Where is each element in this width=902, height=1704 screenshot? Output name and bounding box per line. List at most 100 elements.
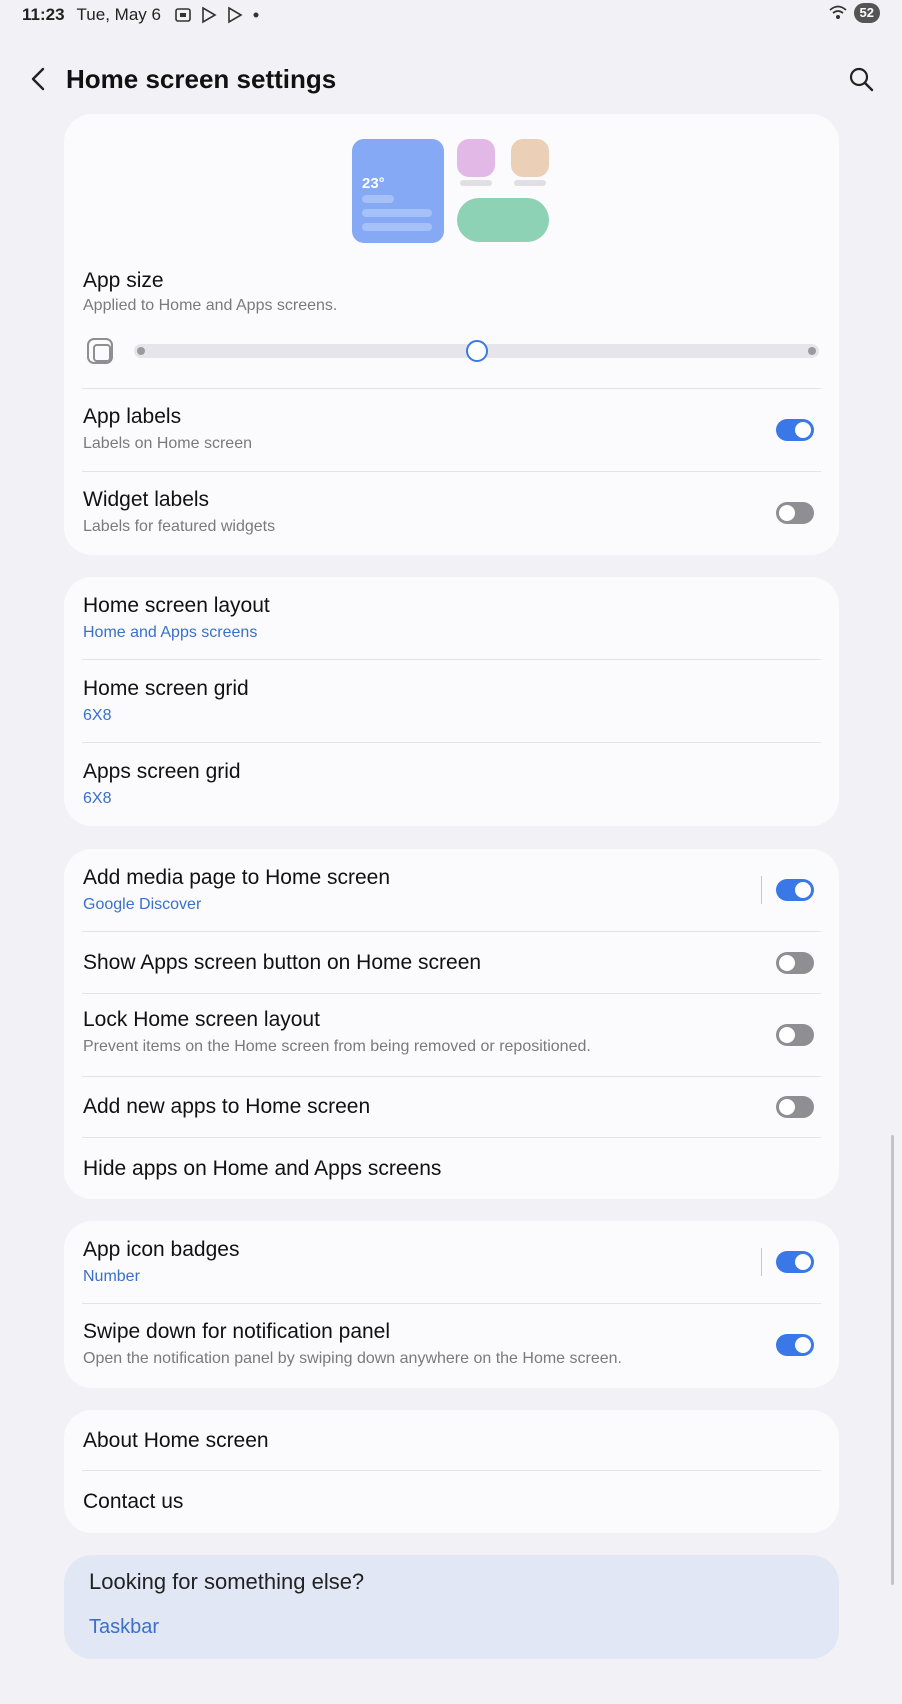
hide-apps-row[interactable]: Hide apps on Home and Apps screens <box>82 1138 821 1199</box>
widget-pill-preview <box>457 198 549 242</box>
slider-thumb[interactable] <box>465 340 488 362</box>
toggle-knob <box>795 1337 811 1353</box>
lock-layout-title: Lock Home screen layout <box>83 1008 320 1031</box>
app-label-preview <box>460 180 492 186</box>
widget-labels-subtitle: Labels for featured widgets <box>83 518 276 535</box>
battery-level: 52 <box>853 3 880 23</box>
wifi-icon <box>828 5 847 19</box>
app-labels-toggle[interactable] <box>776 419 814 441</box>
slider-tick-min <box>137 347 145 355</box>
media-page-value: Google Discover <box>83 896 202 913</box>
widget-line <box>362 209 432 217</box>
home-screen-grid-value: 6X8 <box>83 707 112 724</box>
vertical-divider <box>761 876 762 904</box>
play-store-icon <box>202 6 217 24</box>
app-label-preview <box>514 180 546 186</box>
lock-layout-toggle[interactable] <box>776 1024 814 1046</box>
contact-us-title: Contact us <box>83 1490 184 1513</box>
label-rows: App labels Labels on Home screen Widget … <box>64 388 839 555</box>
toggle-knob <box>779 1099 795 1115</box>
media-page-title: Add media page to Home screen <box>83 866 391 889</box>
home-behaviour-card: Add media page to Home screen Google Dis… <box>64 849 839 1199</box>
back-arrow-icon <box>31 67 45 91</box>
home-screen-layout-row[interactable]: Home screen layout Home and Apps screens <box>82 577 821 660</box>
app-icon-badges-value: Number <box>83 1268 140 1285</box>
home-screen-layout-title: Home screen layout <box>83 594 270 617</box>
widget-temperature: 23° <box>362 175 385 192</box>
widget-labels-title: Widget labels <box>83 488 210 511</box>
toggle-knob <box>779 955 795 971</box>
app-icon-badges-row[interactable]: App icon badges Number <box>82 1221 821 1304</box>
toggle-knob <box>779 1027 795 1043</box>
app-size-title: App size <box>83 269 164 292</box>
home-screen-grid-row[interactable]: Home screen grid 6X8 <box>82 660 821 743</box>
app-icon-preview <box>457 139 495 177</box>
apps-button-row[interactable]: Show Apps screen button on Home screen <box>82 932 821 994</box>
app-icon-badges-title: App icon badges <box>83 1238 240 1261</box>
toggle-knob <box>795 882 811 898</box>
widget-line <box>362 223 432 231</box>
status-right: 52 <box>828 3 880 23</box>
looking-else-title: Looking for something else? <box>89 1569 365 1594</box>
screenshot-icon <box>175 8 191 22</box>
app-size-icon <box>87 338 113 364</box>
about-home-screen-row[interactable]: About Home screen <box>82 1410 821 1471</box>
apps-button-title: Show Apps screen button on Home screen <box>83 951 482 974</box>
add-new-apps-title: Add new apps to Home screen <box>83 1095 371 1118</box>
widget-labels-row[interactable]: Widget labels Labels for featured widget… <box>82 472 821 555</box>
toggle-knob <box>779 505 795 521</box>
widget-line <box>362 195 394 203</box>
home-screen-layout-value: Home and Apps screens <box>83 624 258 641</box>
apps-button-toggle[interactable] <box>776 952 814 974</box>
app-labels-title: App labels <box>83 405 182 428</box>
lock-layout-row[interactable]: Lock Home screen layout Prevent items on… <box>82 994 821 1077</box>
vertical-divider <box>761 1248 762 1276</box>
app-labels-row[interactable]: App labels Labels on Home screen <box>82 388 821 472</box>
apps-screen-grid-row[interactable]: Apps screen grid 6X8 <box>82 743 821 826</box>
notification-icons <box>173 5 261 25</box>
swipe-down-toggle[interactable] <box>776 1334 814 1356</box>
search-icon <box>849 67 874 92</box>
app-size-slider[interactable] <box>134 340 819 362</box>
weather-widget-preview: 23° <box>352 139 444 243</box>
app-icon-badges-toggle[interactable] <box>776 1251 814 1273</box>
add-new-apps-toggle[interactable] <box>776 1096 814 1118</box>
toggle-knob <box>795 422 811 438</box>
add-new-apps-row[interactable]: Add new apps to Home screen <box>82 1077 821 1138</box>
status-bar: 11:23 Tue, May 6 52 <box>0 0 902 30</box>
taskbar-link[interactable]: Taskbar <box>89 1616 159 1639</box>
back-button[interactable] <box>24 64 54 94</box>
media-page-row[interactable]: Add media page to Home screen Google Dis… <box>82 849 821 932</box>
app-labels-subtitle: Labels on Home screen <box>83 435 252 452</box>
swipe-down-row[interactable]: Swipe down for notification panel Open t… <box>82 1304 821 1387</box>
contact-us-row[interactable]: Contact us <box>82 1471 821 1532</box>
swipe-down-title: Swipe down for notification panel <box>83 1320 391 1343</box>
app-size-subtitle: Applied to Home and Apps screens. <box>83 297 338 314</box>
apps-screen-grid-value: 6X8 <box>83 790 112 807</box>
badges-card: App icon badges Number Swipe down for no… <box>64 1221 839 1388</box>
swipe-down-subtitle: Open the notification panel by swiping d… <box>83 1350 622 1367</box>
looking-else-card: Looking for something else? Taskbar <box>64 1555 839 1659</box>
hide-apps-title: Hide apps on Home and Apps screens <box>83 1157 442 1180</box>
media-page-toggle[interactable] <box>776 879 814 901</box>
apps-screen-grid-title: Apps screen grid <box>83 760 241 783</box>
slider-tick-max <box>808 347 816 355</box>
play-store-icon-2 <box>228 6 243 24</box>
search-button[interactable] <box>846 64 876 94</box>
app-bar: Home screen settings <box>0 56 902 102</box>
page-title: Home screen settings <box>66 64 337 94</box>
about-card: About Home screen Contact us <box>64 1410 839 1533</box>
status-date: Tue, May 6 <box>76 5 161 24</box>
app-size-preview: 23° <box>64 114 839 254</box>
toggle-knob <box>795 1254 811 1270</box>
widget-labels-toggle[interactable] <box>776 502 814 524</box>
app-size-card: 23° App size Applied to Home and Apps sc… <box>64 114 839 555</box>
lock-layout-subtitle: Prevent items on the Home screen from be… <box>83 1038 591 1055</box>
scrollbar[interactable] <box>891 1135 894 1585</box>
more-notifications-dot-icon <box>253 12 259 18</box>
status-time: 11:23 <box>22 5 65 24</box>
layout-card: Home screen layout Home and Apps screens… <box>64 577 839 826</box>
app-icon-preview <box>511 139 549 177</box>
home-screen-grid-title: Home screen grid <box>83 677 249 700</box>
about-home-screen-title: About Home screen <box>83 1429 269 1452</box>
